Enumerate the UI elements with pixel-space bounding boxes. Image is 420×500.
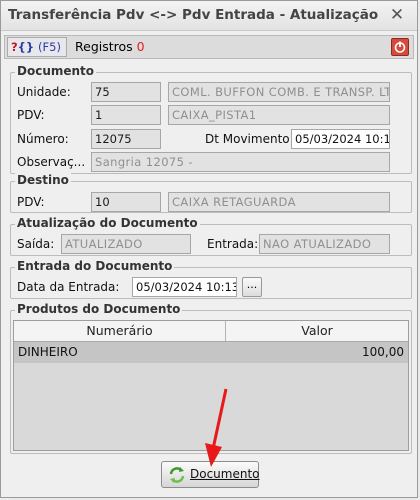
destino-group-title: Destino [15, 173, 71, 188]
entrada-group: Entrada do Documento Data da Entrada: 05… [10, 259, 412, 299]
numero-field[interactable]: 12075 [91, 129, 161, 149]
column-header-numerario[interactable]: Numerário [14, 321, 226, 341]
entrada-status-field: NAO ATUALIZADO [259, 234, 390, 254]
dialog-title: Transferência Pdv <-> Pdv Entrada - Atua… [8, 7, 380, 23]
table-row[interactable]: DINHEIRO 100,00 [14, 342, 408, 363]
destino-group: Destino PDV: 10 CAIXA RETAGUARDA [10, 173, 412, 213]
cell-numerario: DINHEIRO [18, 345, 78, 359]
help-question-icon: ? [11, 40, 18, 54]
unidade-label: Unidade: [17, 85, 71, 99]
documento-group-title: Documento [15, 64, 97, 79]
atualizacao-group: Atualização do Documento Saída: ATUALIZA… [10, 216, 412, 256]
observacao-field: Sangria 12075 - [91, 152, 390, 172]
dt-movimento-field[interactable]: 05/03/2024 10:1 [291, 129, 390, 149]
dt-movimento-label: Dt Movimento: [205, 132, 294, 146]
power-icon [394, 41, 406, 53]
unidade-name-field: COML. BUFFON COMB. E TRANSP. LTDA [168, 82, 390, 102]
produtos-grid: Numerário Valor DINHEIRO 100,00 [13, 320, 409, 451]
destino-pdv-name-field: CAIXA RETAGUARDA [168, 192, 390, 212]
saida-label: Saída: [17, 237, 55, 251]
pdv-code-field[interactable]: 1 [91, 105, 161, 125]
documento-button[interactable]: Documento [161, 461, 260, 488]
toolbar: ?{} (F5) Registros 0 [4, 35, 414, 59]
records-label: Registros [75, 39, 133, 54]
help-brackets-icon: {} [17, 40, 35, 54]
produtos-group: Produtos do Documento Numerário Valor DI… [10, 302, 412, 454]
atualizacao-group-title: Atualização do Documento [15, 216, 200, 231]
saida-status-field: ATUALIZADO [61, 234, 191, 254]
refresh-arrows-icon [169, 467, 185, 483]
pdv-label: PDV: [17, 108, 45, 122]
transfer-dialog: Transferência Pdv <-> Pdv Entrada - Atua… [0, 0, 418, 498]
documento-group: Documento Unidade: 75 COML. BUFFON COMB.… [10, 64, 412, 174]
produtos-group-title: Produtos do Documento [15, 302, 183, 317]
entrada-status-label: Entrada: [207, 237, 259, 251]
unidade-code-field[interactable]: 75 [91, 82, 161, 102]
help-f5-button[interactable]: ?{} (F5) [7, 37, 67, 57]
date-picker-button[interactable]: ... [242, 277, 262, 297]
observacao-label: Observaç... [17, 155, 86, 169]
numero-label: Número: [17, 132, 69, 146]
help-shortcut-label: (F5) [38, 40, 61, 54]
documento-button-label: Documento [190, 467, 260, 481]
grid-header: Numerário Valor [14, 321, 408, 342]
entrada-group-title: Entrada do Documento [15, 259, 175, 274]
records-count: 0 [136, 39, 145, 54]
data-entrada-label: Data da Entrada: [17, 280, 120, 294]
destino-pdv-code-field[interactable]: 10 [91, 192, 161, 212]
data-entrada-field[interactable]: 05/03/2024 10:13 [132, 277, 237, 297]
pdv-name-field: CAIXA_PISTA1 [168, 105, 390, 125]
dialog-titlebar: Transferência Pdv <-> Pdv Entrada - Atua… [1, 1, 417, 31]
cell-valor: 100,00 [362, 345, 404, 359]
column-header-valor[interactable]: Valor [226, 321, 408, 341]
records-counter: Registros 0 [75, 39, 145, 54]
close-icon[interactable]: ✕ [387, 6, 407, 26]
power-exit-button[interactable] [391, 38, 409, 56]
destino-pdv-label: PDV: [17, 195, 45, 209]
